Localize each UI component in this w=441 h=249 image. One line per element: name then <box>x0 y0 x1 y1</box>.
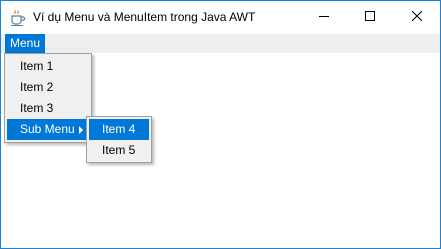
title-bar[interactable]: Ví dụ Menu và MenuItem trong Java AWT <box>1 1 440 34</box>
close-button[interactable] <box>394 1 440 33</box>
menu-item-item-2[interactable]: Item 2 <box>7 77 89 98</box>
menu-item-item-4[interactable]: Item 4 <box>89 119 149 140</box>
sub-menu-label: Sub Menu <box>20 122 75 136</box>
menu-menu[interactable]: Menu <box>5 34 46 53</box>
maximize-icon <box>365 8 375 26</box>
window-title: Ví dụ Menu và MenuItem trong Java AWT <box>33 10 256 24</box>
menu-item-sub-menu[interactable]: Sub Menu <box>7 119 89 140</box>
menu-popup: Item 1 Item 2 Item 3 Sub Menu <box>4 53 92 143</box>
submenu-arrow-icon <box>79 126 83 134</box>
menu-item-item-5[interactable]: Item 5 <box>89 140 149 161</box>
menu-item-item-1[interactable]: Item 1 <box>7 56 89 77</box>
maximize-button[interactable] <box>347 1 393 33</box>
java-cup-icon <box>9 9 27 27</box>
menu-bar: Menu <box>1 34 440 53</box>
close-icon <box>411 8 423 26</box>
minimize-button[interactable] <box>301 1 347 33</box>
minimize-icon <box>319 8 329 26</box>
submenu-popup: Item 4 Item 5 <box>86 116 152 163</box>
menu-item-item-3[interactable]: Item 3 <box>7 98 89 119</box>
